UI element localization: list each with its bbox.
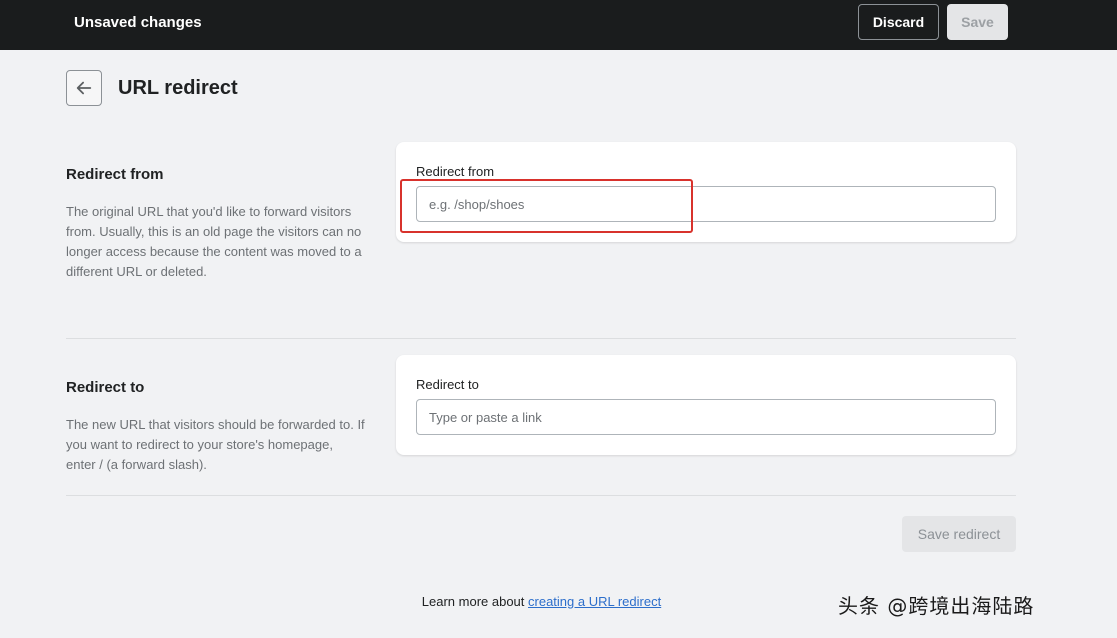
arrow-left-icon — [76, 81, 92, 95]
redirect-to-input[interactable] — [416, 399, 996, 435]
back-button[interactable] — [66, 70, 102, 106]
unsaved-changes-title: Unsaved changes — [74, 14, 202, 31]
redirect-to-label: Redirect to — [416, 377, 479, 392]
redirect-to-heading: Redirect to — [66, 379, 145, 396]
discard-button[interactable]: Discard — [858, 4, 939, 40]
creating-url-redirect-link[interactable]: creating a URL redirect — [528, 594, 661, 609]
contextual-save-bar: Unsaved changes Discard Save — [0, 0, 1117, 50]
redirect-from-card: Redirect from — [396, 142, 1016, 242]
redirect-from-heading: Redirect from — [66, 166, 164, 183]
section-divider — [66, 495, 1016, 496]
redirect-from-description: The original URL that you'd like to forw… — [66, 204, 362, 279]
watermark-byline: 头条 @跨境出海陆路 — [838, 594, 1035, 618]
footer-help-prefix: Learn more about — [421, 594, 529, 609]
redirect-from-input[interactable] — [416, 186, 996, 222]
page-title: URL redirect — [118, 77, 238, 99]
redirect-to-card: Redirect to — [396, 355, 1016, 455]
redirect-to-description: The new URL that visitors should be forw… — [66, 417, 365, 472]
section-divider — [66, 338, 1016, 339]
save-button[interactable]: Save — [947, 4, 1008, 40]
redirect-from-label: Redirect from — [416, 164, 495, 179]
save-redirect-button[interactable]: Save redirect — [902, 516, 1016, 552]
